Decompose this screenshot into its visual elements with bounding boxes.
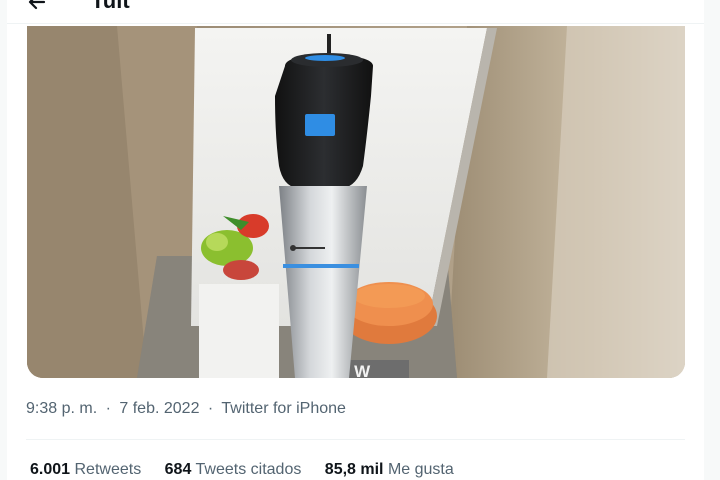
tweet-metadata: 9:38 p. m. · 7 feb. 2022 · Twitter for i… [26, 398, 346, 420]
likes-count: 85,8 mil [324, 461, 384, 478]
engagement-stats: 6.001 Retweets 684 Tweets citados 85,8 m… [30, 459, 473, 480]
tweet-photo[interactable]: 700 W [27, 26, 685, 378]
retweets-label: Retweets [74, 461, 142, 478]
quote-tweets-label: Tweets citados [195, 461, 302, 478]
likes-label: Me gusta [387, 461, 454, 478]
tweet-date[interactable]: 7 feb. 2022 [119, 400, 199, 417]
quote-tweets-count: 684 [164, 461, 192, 478]
back-arrow-icon[interactable] [27, 0, 47, 12]
quote-tweets-stat[interactable]: 684 Tweets citados [165, 459, 302, 480]
divider [26, 439, 685, 440]
likes-stat[interactable]: 85,8 mil Me gusta [325, 459, 454, 480]
retweets-count: 6.001 [30, 461, 71, 478]
tweet-source[interactable]: Twitter for iPhone [221, 400, 346, 417]
tweet-timestamp[interactable]: 9:38 p. m. [26, 400, 97, 417]
separator-dot: · [207, 400, 214, 417]
separator-dot: · [105, 400, 111, 417]
retweets-stat[interactable]: 6.001 Retweets [30, 459, 141, 480]
top-bar: Tuit [7, 0, 704, 24]
page-title: Tuit [91, 0, 130, 13]
tweet-detail-card: Tuit W 9:38 p. m. · 7 feb. 2022 · Twitte… [7, 0, 704, 480]
